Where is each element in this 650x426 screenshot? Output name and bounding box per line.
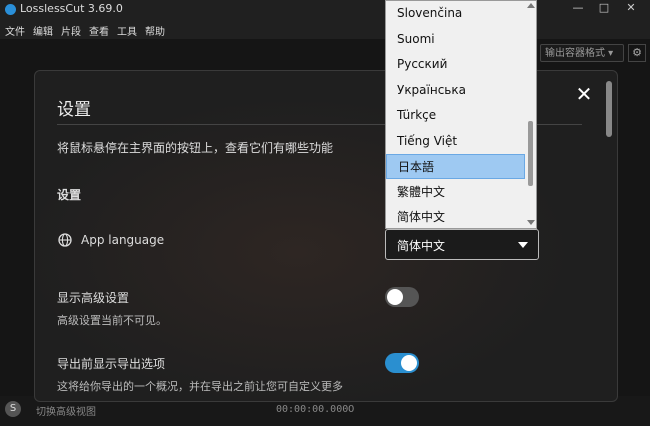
export-options-title: 导出前显示导出选项 xyxy=(57,357,166,371)
menu-tools[interactable]: 工具 xyxy=(117,23,137,38)
maximize-button[interactable]: □ xyxy=(594,1,614,14)
menu-file[interactable]: 文件 xyxy=(5,23,25,38)
scroll-up-icon[interactable] xyxy=(527,3,535,8)
scroll-down-icon[interactable] xyxy=(527,220,535,225)
language-select[interactable]: 简体中文 xyxy=(385,229,539,260)
menu-bar: 文件 编辑 片段 查看 工具 帮助 xyxy=(0,19,650,39)
language-option[interactable]: Türkçe xyxy=(386,103,525,128)
menu-segments[interactable]: 片段 xyxy=(61,23,81,38)
language-option[interactable]: 日本語 xyxy=(386,154,525,179)
app-language-label: App language xyxy=(81,233,165,247)
menu-view[interactable]: 查看 xyxy=(89,23,109,38)
app-logo-icon xyxy=(5,4,16,15)
dropdown-scrollbar-track[interactable] xyxy=(526,1,536,228)
globe-icon xyxy=(58,233,72,247)
window-title: LosslessCut 3.69.0 xyxy=(20,2,123,15)
chevron-down-icon xyxy=(518,242,528,248)
toggle-knob xyxy=(387,289,403,305)
language-option[interactable]: 简体中文 xyxy=(386,205,525,228)
advanced-settings-toggle[interactable] xyxy=(385,287,419,307)
language-option[interactable]: Suomi xyxy=(386,27,525,52)
language-option[interactable]: Українська xyxy=(386,78,525,103)
settings-title: 设置 xyxy=(57,100,91,120)
dropdown-scrollbar-thumb[interactable] xyxy=(528,121,533,186)
current-time: 00:00:00.000 xyxy=(276,404,349,415)
close-window-button[interactable]: ✕ xyxy=(621,1,641,14)
minimize-button[interactable]: — xyxy=(568,1,588,14)
settings-hint: 将鼠标悬停在主界面的按钮上，查看它们有哪些功能 xyxy=(57,141,334,155)
language-option[interactable]: Русский xyxy=(386,52,525,77)
menu-edit[interactable]: 编辑 xyxy=(33,23,53,38)
language-option[interactable]: 繁體中文 xyxy=(386,180,525,205)
export-options-toggle[interactable] xyxy=(385,353,419,373)
language-select-value: 简体中文 xyxy=(397,239,446,253)
section-header: 设置 xyxy=(57,188,82,202)
language-option[interactable]: Tiếng Việt xyxy=(386,129,525,154)
export-options-desc: 这将给你导出的一个概况，并在导出之前让您可自定义更多 xyxy=(57,380,343,393)
advanced-settings-desc: 高级设置当前不可见。 xyxy=(57,314,167,327)
toggle-advanced-view-label[interactable]: 切换高级视图 xyxy=(36,403,96,418)
toggle-advanced-icon[interactable]: S xyxy=(5,401,21,417)
language-dropdown-list: 简体中文 繁體中文 日本語 Tiếng Việt Türkçe Українська Рус… xyxy=(385,0,537,229)
title-bar: LosslessCut 3.69.0 — □ ✕ xyxy=(0,0,650,19)
toggle-knob xyxy=(401,355,417,371)
output-format-select[interactable]: 输出容器格式 ▾ xyxy=(540,44,624,62)
modal-scrollbar[interactable] xyxy=(606,81,612,137)
language-option[interactable]: Slovenčina xyxy=(386,1,525,26)
menu-help[interactable]: 帮助 xyxy=(145,23,165,38)
advanced-settings-title: 显示高级设置 xyxy=(57,291,130,305)
close-icon[interactable]: ✕ xyxy=(573,82,595,106)
gear-icon[interactable]: ⚙ xyxy=(628,44,646,62)
frame-number: 0 xyxy=(348,404,355,415)
